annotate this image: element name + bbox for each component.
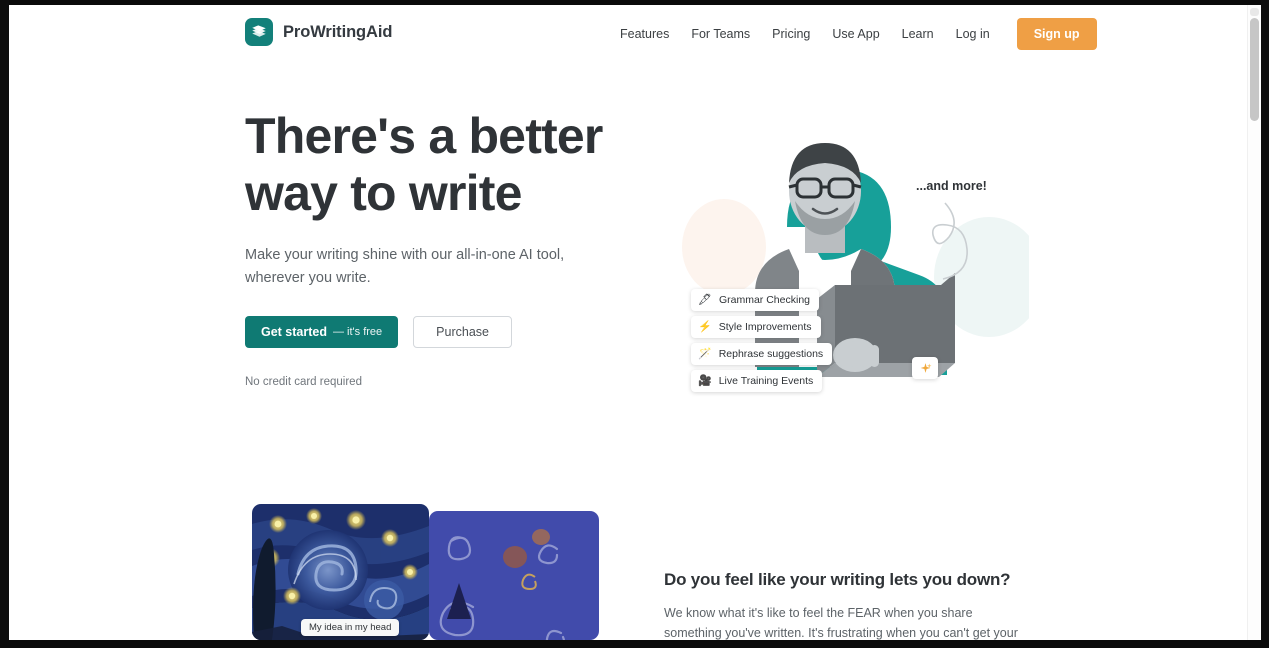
page-viewport: ProWritingAid Features For Teams Pricing… <box>9 5 1261 640</box>
screen: ProWritingAid Features For Teams Pricing… <box>0 0 1269 648</box>
brand-name: ProWritingAid <box>283 22 393 41</box>
flat-illustration-graphic <box>439 529 565 640</box>
sparkles-icon <box>912 357 938 379</box>
scrollbar-cap <box>1250 8 1259 16</box>
scrollbar-thumb[interactable] <box>1250 18 1259 121</box>
feature-card-style: ⚡ Style Improvements <box>691 316 821 338</box>
main-nav: Features For Teams Pricing Use App Learn… <box>609 5 1097 62</box>
hero-illustration: ...and more! 🖋 Grammar Checking ⚡ Style … <box>669 107 1029 407</box>
video-camera-icon: 🎥 <box>698 374 712 387</box>
feature-card-events: 🎥 Live Training Events <box>691 370 823 392</box>
hero-copy: There's a better way to write Make your … <box>245 108 605 388</box>
brand-logo[interactable]: ProWritingAid <box>245 18 392 46</box>
flat-illustration-card <box>429 511 599 640</box>
section2-body: We know what it's like to feel the FEAR … <box>664 606 1018 640</box>
nav-item-learn[interactable]: Learn <box>891 27 945 41</box>
feature-card-label: Live Training Events <box>718 375 814 387</box>
get-started-button[interactable]: Get started — it's free <box>245 316 399 348</box>
nav-item-log-in[interactable]: Log in <box>945 27 1001 41</box>
hero-section: There's a better way to write Make your … <box>9 62 1261 482</box>
feature-card-label: Style Improvements <box>718 321 812 333</box>
feature-card-label: Grammar Checking <box>718 294 810 306</box>
site-header: ProWritingAid Features For Teams Pricing… <box>9 5 1261 62</box>
magic-wand-icon: 🪄 <box>698 347 712 360</box>
section2-title: Do you feel like your writing lets you d… <box>664 570 1011 589</box>
feature-card-label: Rephrase suggestions <box>718 348 824 360</box>
no-credit-card-note: No credit card required <box>245 376 362 388</box>
window-frame-bottom <box>0 640 1269 648</box>
hero-title-line-2: way to write <box>245 165 522 221</box>
nav-item-for-teams[interactable]: For Teams <box>680 27 761 41</box>
nav-item-pricing[interactable]: Pricing <box>761 27 821 41</box>
book-check-icon <box>245 18 273 46</box>
lightning-bolt-icon: ⚡ <box>698 320 712 333</box>
feature-card-rephrase: 🪄 Rephrase suggestions <box>691 343 833 365</box>
hero-actions: Get started — it's free Purchase <box>245 316 605 348</box>
feature-card-grammar: 🖋 Grammar Checking <box>691 289 819 311</box>
window-frame-right <box>1261 0 1269 648</box>
hero-subtitle: Make your writing shine with our all-in-… <box>245 247 565 286</box>
nav-item-use-app[interactable]: Use App <box>821 27 890 41</box>
nav-item-features[interactable]: Features <box>609 27 680 41</box>
hero-title-line-1: There's a better <box>245 108 603 164</box>
get-started-suffix: — it's free <box>333 326 383 338</box>
window-frame-left <box>0 0 9 648</box>
hero-title: There's a better way to write <box>245 108 605 222</box>
purchase-button[interactable]: Purchase <box>413 316 512 348</box>
get-started-label: Get started <box>261 325 327 339</box>
feature-card-list: 🖋 Grammar Checking ⚡ Style Improvements … <box>691 289 833 392</box>
quill-pen-icon: 🖋 <box>698 293 712 306</box>
section2-copy: Do you feel like your writing lets you d… <box>664 570 1019 640</box>
and-more-callout: ...and more! <box>916 179 987 193</box>
page-scrollbar[interactable] <box>1247 5 1261 640</box>
my-idea-label: My idea in my head <box>301 619 400 636</box>
sign-up-button[interactable]: Sign up <box>1016 17 1097 50</box>
writing-lets-you-down-section: Do you feel like your writing lets you d… <box>9 482 1261 640</box>
